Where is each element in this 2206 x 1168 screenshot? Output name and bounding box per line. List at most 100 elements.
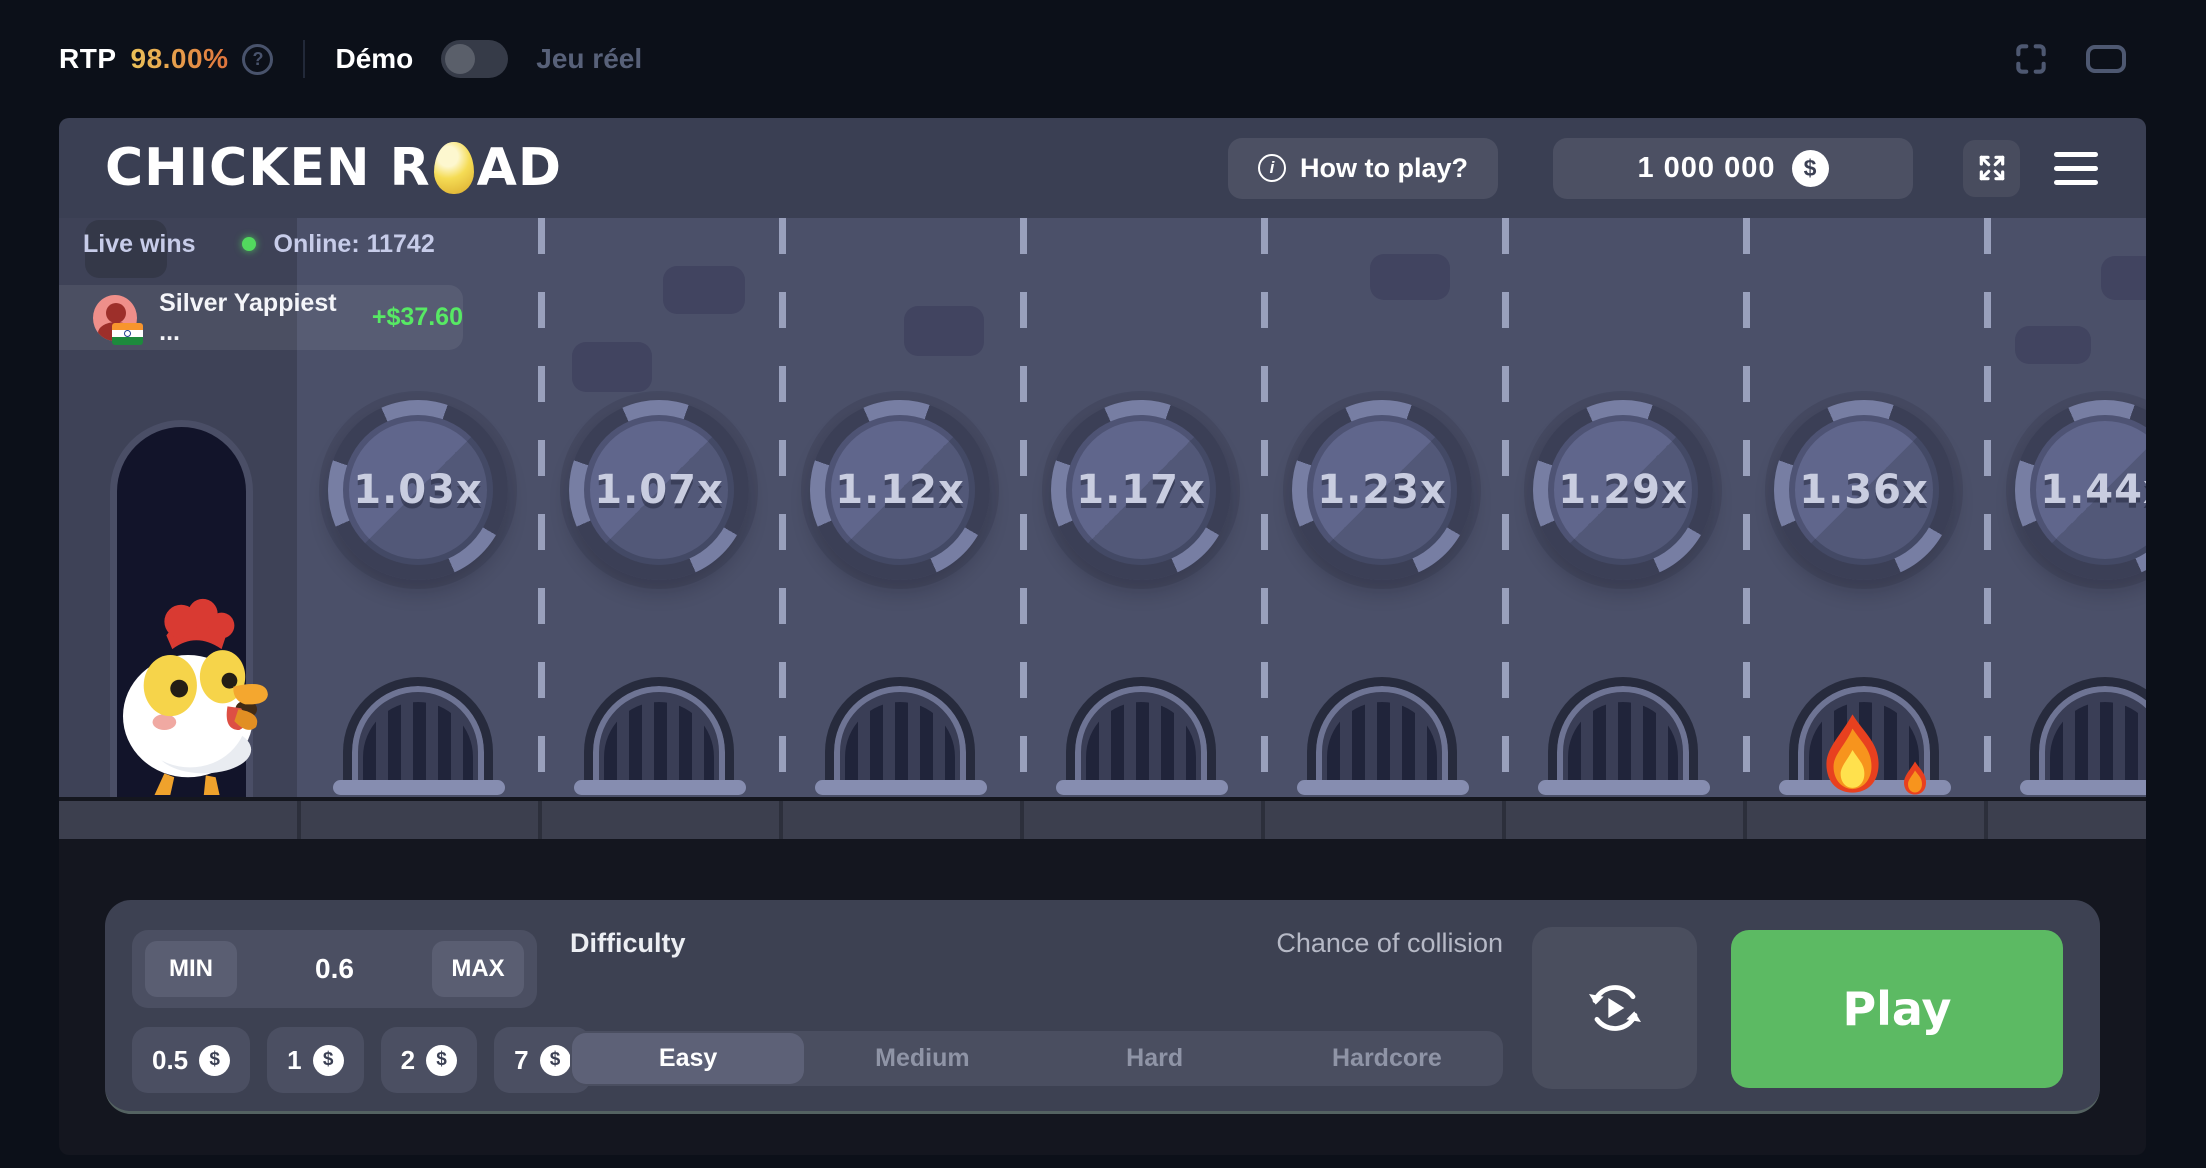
theater-mode-button[interactable]	[2086, 45, 2126, 73]
multiplier-cover: 1.23x	[1292, 400, 1472, 580]
logo-text-left: CHICKEN R	[105, 138, 431, 198]
balance-display[interactable]: 1 000 000 $	[1553, 138, 1913, 199]
multiplier-value: 1.12x	[835, 467, 965, 513]
multiplier-value: 1.29x	[1558, 467, 1688, 513]
multiplier-cover: 1.03x	[328, 400, 508, 580]
max-bet-button[interactable]: MAX	[432, 941, 524, 997]
live-wins-bar: Live wins Online: 11742	[59, 218, 2146, 270]
online-status-icon	[242, 237, 256, 251]
how-to-play-label: How to play?	[1300, 153, 1468, 184]
chip-amount: 7	[514, 1045, 528, 1076]
multiplier-cover: 1.12x	[810, 400, 990, 580]
chicken-character	[103, 590, 279, 797]
dollar-coin-icon: $	[313, 1045, 344, 1076]
multiplier-cover: 1.17x	[1051, 400, 1231, 580]
grate-sill	[2020, 780, 2146, 795]
control-panel: MIN 0.6 MAX 0.5 $ 1 $ 2 $ 7	[105, 900, 2100, 1114]
grate-sill	[815, 780, 987, 795]
rtp-group: RTP 98.00% ? Démo Jeu réel	[59, 40, 642, 78]
lane-divider	[1984, 218, 1991, 797]
dollar-coin-icon: $	[540, 1045, 571, 1076]
online-count: Online: 11742	[274, 230, 435, 259]
lane-divider	[779, 218, 786, 797]
sidewalk-ledge	[59, 801, 2146, 839]
chip-1-button[interactable]: 1 $	[267, 1027, 363, 1093]
golden-egg-icon	[434, 142, 474, 194]
balance-value: 1 000 000	[1637, 152, 1775, 185]
sewer-grate	[584, 677, 734, 795]
tab-hard[interactable]: Hard	[1039, 1031, 1271, 1086]
live-wins-title: Live wins	[83, 230, 196, 259]
autoplay-button[interactable]	[1532, 927, 1697, 1089]
rtp-value: 98.00%	[131, 43, 229, 75]
grate-sill	[1297, 780, 1469, 795]
theater-mode-icon	[2086, 45, 2126, 73]
multiplier-value: 1.03x	[353, 467, 483, 513]
road-patch	[904, 306, 984, 356]
dollar-coin-icon: $	[199, 1045, 230, 1076]
menu-button[interactable]	[2054, 152, 2098, 185]
real-play-label: Jeu réel	[536, 43, 642, 75]
multiplier-value: 1.36x	[1799, 467, 1929, 513]
multiplier-value: 1.07x	[594, 467, 724, 513]
grate-sill	[333, 780, 505, 795]
chip-amount: 1	[287, 1045, 301, 1076]
tab-easy[interactable]: Easy	[572, 1033, 804, 1084]
top-bar: RTP 98.00% ? Démo Jeu réel	[0, 0, 2206, 118]
multiplier-cover: 1.29x	[1533, 400, 1713, 580]
grate-sill	[574, 780, 746, 795]
fullscreen-icon	[2012, 40, 2050, 78]
multiplier-cover: 1.36x	[1774, 400, 1954, 580]
player-avatar	[93, 295, 137, 341]
expand-arrows-icon	[1976, 152, 2008, 184]
min-bet-button[interactable]: MIN	[145, 941, 237, 997]
tab-medium[interactable]: Medium	[806, 1031, 1038, 1086]
live-win-entry: Silver Yappiest ... +$37.60	[59, 285, 463, 350]
fullscreen-button[interactable]	[2012, 40, 2050, 78]
sewer-grate	[1548, 677, 1698, 795]
tab-hardcore[interactable]: Hardcore	[1271, 1031, 1503, 1086]
grate-sill	[1538, 780, 1710, 795]
bet-amount-value[interactable]: 0.6	[315, 953, 354, 985]
burger-bar	[2054, 166, 2098, 171]
road-patch	[572, 342, 652, 392]
burger-bar	[2054, 180, 2098, 185]
chicken-road-app: RTP 98.00% ? Démo Jeu réel	[0, 0, 2206, 1168]
multiplier-value: 1.44x	[2040, 467, 2146, 513]
sewer-grate	[343, 677, 493, 795]
dollar-coin-icon: $	[426, 1045, 457, 1076]
lane-divider	[538, 218, 545, 797]
road-patch	[663, 266, 745, 314]
fire-hazard-small	[1900, 760, 1930, 796]
difficulty-tabs: Easy Medium Hard Hardcore	[570, 1031, 1503, 1086]
chip-2-button[interactable]: 2 $	[381, 1027, 477, 1093]
grate-sill	[1056, 780, 1228, 795]
quick-bet-chips: 0.5 $ 1 $ 2 $ 7 $	[132, 1027, 591, 1093]
play-button[interactable]: Play	[1731, 930, 2063, 1088]
lane-divider	[1261, 218, 1268, 797]
player-name: Silver Yappiest ...	[159, 289, 356, 347]
win-amount: +$37.60	[372, 303, 463, 332]
lane-divider	[1502, 218, 1509, 797]
fire-hazard	[1815, 712, 1890, 795]
dollar-coin-icon: $	[1792, 150, 1829, 187]
expand-game-button[interactable]	[1963, 140, 2020, 197]
help-icon[interactable]: ?	[242, 44, 273, 75]
demo-real-toggle[interactable]	[441, 40, 508, 78]
multiplier-cover: 1.44x	[2015, 400, 2146, 580]
multiplier-value: 1.23x	[1317, 467, 1447, 513]
burger-bar	[2054, 152, 2098, 157]
sewer-grate	[1307, 677, 1457, 795]
toggle-knob-icon	[445, 44, 475, 74]
lane-divider	[1743, 218, 1750, 797]
how-to-play-button[interactable]: i How to play?	[1228, 138, 1498, 199]
sewer-grate	[825, 677, 975, 795]
info-icon: i	[1258, 154, 1286, 182]
playfield: 1.03x 1.07x 1.12x 1.17x 1.23x 1.29x 1.36…	[59, 218, 2146, 797]
demo-label: Démo	[335, 43, 413, 75]
bet-amount-control: MIN 0.6 MAX	[132, 930, 537, 1008]
window-controls	[2012, 0, 2126, 118]
chip-0.5-button[interactable]: 0.5 $	[132, 1027, 250, 1093]
multiplier-value: 1.17x	[1076, 467, 1206, 513]
chance-of-collision-label: Chance of collision	[570, 928, 1503, 959]
